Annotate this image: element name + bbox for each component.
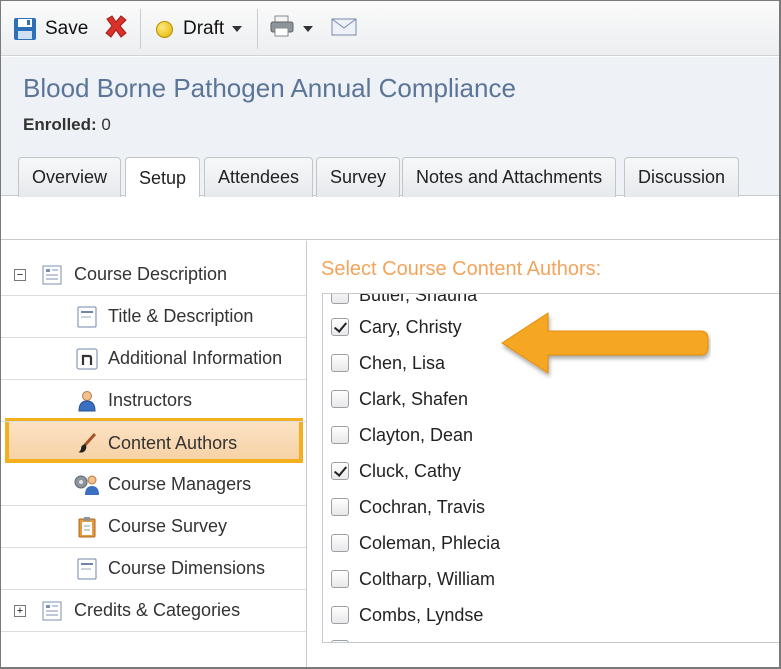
save-label: Save: [45, 18, 89, 39]
tree-item-label: Course Managers: [108, 474, 252, 494]
form-icon: [41, 600, 63, 622]
list-item[interactable]: Butler, Shauna: [331, 293, 478, 310]
document-icon: [76, 558, 98, 580]
tab-notes-and-attachments[interactable]: Notes and Attachments: [402, 157, 617, 197]
author-name: Clayton, Dean: [359, 424, 474, 445]
author-checkbox[interactable]: [331, 534, 349, 552]
email-button[interactable]: [331, 13, 357, 45]
author-checkbox[interactable]: [331, 498, 349, 516]
tab-attendees[interactable]: Attendees: [204, 157, 314, 197]
list-item[interactable]: Combs, Lyndse: [331, 600, 483, 630]
managers-icon: [73, 474, 101, 496]
tab-label: Attendees: [218, 167, 300, 187]
delete-icon: [103, 13, 129, 45]
tree-item-label: Course Survey: [108, 516, 228, 536]
page-title: Blood Borne Pathogen Annual Compliance: [23, 73, 516, 103]
tree-item-credits-categories[interactable]: + Credits & Categories: [1, 590, 306, 632]
tree-item-instructors[interactable]: Instructors: [1, 380, 306, 422]
list-item[interactable]: Coleman, Phlecia: [331, 528, 500, 558]
author-name: Cary, Christy: [359, 316, 462, 337]
tree-item-label: Course Dimensions: [108, 558, 266, 578]
clipboard-icon: [76, 516, 98, 538]
email-icon: [331, 15, 357, 43]
tree-item-course-description[interactable]: − Course Description: [1, 254, 306, 296]
author-checkbox[interactable]: [331, 426, 349, 444]
author-checkbox[interactable]: [331, 640, 349, 642]
enrolled-count: Enrolled: 0: [23, 115, 111, 135]
print-icon: [269, 14, 295, 44]
author-checkbox[interactable]: [331, 390, 349, 408]
author-name: Coltharp, William: [359, 568, 496, 589]
author-checkbox[interactable]: [331, 570, 349, 588]
tree-item-course-managers[interactable]: Course Managers: [1, 464, 306, 506]
tree-item-label: Title & Description: [108, 306, 254, 326]
tab-setup[interactable]: Setup: [125, 157, 201, 198]
enrolled-label: Enrolled:: [23, 115, 97, 134]
list-item[interactable]: Clayton, Dean: [331, 420, 473, 450]
save-icon: [13, 17, 37, 41]
brush-icon: [76, 432, 98, 454]
tree-item-label: Instructors: [108, 390, 193, 410]
author-checkbox[interactable]: [331, 606, 349, 624]
author-checkbox[interactable]: [331, 294, 349, 304]
tab-content-bar: [1, 197, 779, 240]
tree-item-label: Course Description: [74, 264, 228, 284]
annotation-arrow-icon: [501, 312, 709, 374]
status-label: Draft: [183, 18, 225, 39]
tree-item-label: Additional Information: [108, 348, 283, 368]
expand-icon[interactable]: +: [14, 604, 26, 617]
status-dropdown[interactable]: Draft: [156, 13, 243, 45]
author-checkbox[interactable]: [331, 318, 349, 336]
list-item[interactable]: Cluck, Cathy: [331, 456, 461, 486]
list-item[interactable]: Clark, Shafen: [331, 384, 468, 414]
tab-label: Survey: [330, 167, 387, 187]
author-name: Cluck, Cathy: [359, 460, 462, 481]
app-window: Save Draft Blood Borne Pathogen Annual C…: [0, 0, 781, 669]
tree-item-label: Credits & Categories: [74, 600, 241, 620]
list-item[interactable]: Cochran, Travis: [331, 492, 485, 522]
author-name: Cochran, Travis: [359, 496, 486, 517]
tab-label: Discussion: [638, 167, 726, 187]
tree-item-content-authors[interactable]: Content Authors: [1, 422, 306, 464]
tab-label: Overview: [32, 167, 108, 187]
list-item[interactable]: Cary, Christy: [331, 312, 462, 342]
person-icon: [76, 390, 98, 412]
tree-item-course-dimensions[interactable]: Course Dimensions: [1, 548, 306, 590]
document-icon: [76, 306, 98, 328]
status-dot-icon: [156, 20, 173, 38]
author-checkbox[interactable]: [331, 354, 349, 372]
form-icon: [41, 264, 63, 286]
list-item[interactable]: Coltharp, William: [331, 564, 495, 594]
list-item[interactable]: [331, 634, 359, 642]
tab-overview[interactable]: Overview: [18, 157, 122, 197]
chevron-down-icon: [303, 26, 313, 32]
tab-label: Notes and Attachments: [416, 167, 603, 187]
tab-discussion[interactable]: Discussion: [624, 157, 740, 197]
tree-item-title-description[interactable]: Title & Description: [1, 296, 306, 338]
toolbar: Save Draft: [1, 1, 779, 56]
panel-title: Select Course Content Authors:: [321, 258, 602, 280]
delete-button[interactable]: [103, 13, 129, 45]
chevron-down-icon: [232, 26, 243, 32]
author-checkbox[interactable]: [331, 462, 349, 480]
author-name: Combs, Lyndse: [359, 604, 484, 625]
info-n-icon: [76, 348, 98, 370]
enrolled-value: 0: [101, 115, 111, 134]
tree-item-course-survey[interactable]: Course Survey: [1, 506, 306, 548]
course-header: Blood Borne Pathogen Annual Compliance E…: [1, 57, 779, 198]
tab-survey[interactable]: Survey: [316, 157, 401, 197]
author-name: Clark, Shafen: [359, 388, 469, 409]
author-name: Coleman, Phlecia: [359, 532, 501, 553]
setup-tree: − Course Description Title & Description…: [1, 241, 307, 667]
print-dropdown[interactable]: [269, 13, 313, 45]
collapse-icon[interactable]: −: [14, 268, 26, 281]
save-button[interactable]: Save: [13, 13, 88, 45]
author-name: Chen, Lisa: [359, 352, 446, 373]
tab-label: Setup: [139, 167, 187, 188]
tree-item-additional-information[interactable]: Additional Information: [1, 338, 306, 380]
list-item[interactable]: Chen, Lisa: [331, 348, 445, 378]
author-name: Butler, Shauna: [359, 293, 478, 305]
tree-item-label: Content Authors: [108, 432, 238, 453]
